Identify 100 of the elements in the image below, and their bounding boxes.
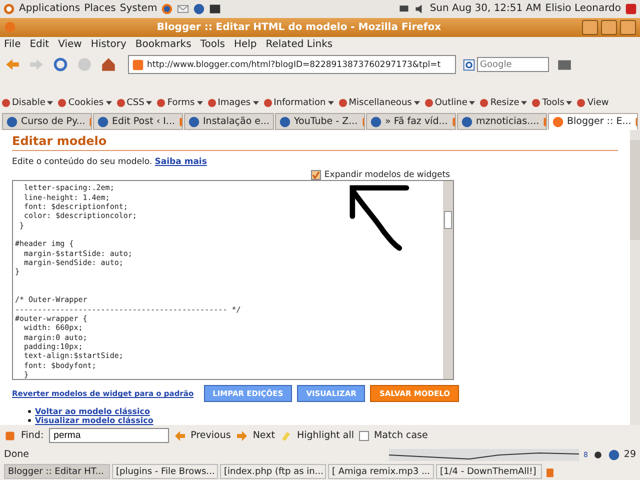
window-title: Blogger :: Editar HTML do modelo - Mozilla Firefox [156,22,442,33]
taskbar-item[interactable]: [plugins - File Brows... [112,464,218,480]
toolbar-menu[interactable]: Cookies [68,98,104,108]
caret-icon[interactable] [414,101,420,106]
menu-item[interactable]: Tools [200,39,225,50]
page-heading: Editar modelo [12,134,618,152]
toolbar-icon [264,99,272,108]
menu-item[interactable]: View [58,39,82,50]
favicon-icon [6,116,18,128]
template-link[interactable]: Visualizar modelo clássico [35,416,154,426]
favicon-icon [370,116,382,128]
caret-icon[interactable] [328,101,334,106]
toolbar-menu[interactable]: Miscellaneous [348,98,412,108]
favicon-icon [461,116,473,128]
taskbar-item[interactable]: Blogger :: Editar HT... [4,464,110,480]
toolbar-menu[interactable]: Tools [542,98,564,108]
browser-tab[interactable]: Curso de Py... [2,113,92,130]
close-icon[interactable] [4,430,16,442]
caret-icon[interactable] [146,101,152,106]
caret-icon[interactable] [47,101,54,106]
taskbar-item[interactable]: [1/4 - DownThemAll!] [436,464,542,480]
menu-item[interactable]: File [4,39,21,50]
toolbar-icon [116,99,125,108]
favicon-icon [279,116,291,128]
template-link[interactable]: Voltar ao modelo clássico [35,407,150,416]
caret-icon[interactable] [521,101,528,106]
left-arrow-icon[interactable] [174,430,186,442]
toolbar-icon [2,99,10,108]
caret-icon[interactable] [252,101,259,106]
maximize-button[interactable] [601,20,617,35]
home-icon[interactable] [100,56,117,74]
toolbar-icon [424,99,433,108]
menu-item[interactable]: Help [234,39,257,50]
bullet-icon [28,419,31,422]
caret-icon[interactable] [196,101,203,106]
menu-item[interactable]: Related Links [266,39,333,50]
panel-menu[interactable]: Applications [19,3,80,14]
toolbar-menu[interactable]: Outline [434,98,468,108]
favicon-icon [188,116,200,128]
menu-item[interactable]: History [90,39,126,50]
caret-icon[interactable] [566,101,572,106]
toolbar-menu[interactable]: Disable [12,98,46,108]
search-engine-icon[interactable] [463,58,475,71]
toolbar-menu[interactable]: CSS [126,98,144,108]
highlight-button[interactable]: Highlight all [296,430,354,442]
envelope-icon[interactable] [177,2,190,15]
checkbox-label: Expandir modelos de widgets [324,170,450,180]
checkbox[interactable] [358,430,369,441]
previous-button[interactable]: Previous [190,430,231,442]
toolbar-icon [577,99,586,108]
panel-menu[interactable]: Places [84,3,116,14]
toolbar-menu[interactable]: Information [274,98,326,108]
browser-tab[interactable]: Blogger :: E... [548,113,638,130]
user-name[interactable]: Elisio Leonardo [545,3,621,14]
browser-tab[interactable]: YouTube - Z... [275,113,365,130]
toolbar-menu[interactable]: Forms [167,98,195,108]
toolbar-icon [157,99,166,108]
taskbar-item[interactable]: [index.php (ftp as in... [220,464,326,480]
site-icon [132,58,144,71]
toolbar-menu[interactable]: Images [218,98,251,108]
checkbox[interactable] [311,170,322,180]
browser-tab[interactable]: » Fã faz víd... [366,113,456,130]
close-button[interactable] [620,20,636,35]
taskbar-item[interactable]: [ Amiga remix.mp3 ... [328,464,434,480]
toolbar-menu[interactable]: View [587,98,609,108]
scrollbar[interactable] [443,181,453,380]
favicon-icon [552,116,564,128]
menu-item[interactable]: Edit [30,39,50,50]
right-arrow-icon[interactable] [236,430,248,442]
bullet-icon [28,410,31,414]
address-field[interactable]: http://www.blogger.com/html?blogID=8228913873760297173&tpl=t [128,55,456,74]
panel-menu[interactable]: System [120,3,158,14]
logo-icon [3,2,15,15]
caret-icon[interactable] [469,101,476,106]
browser-tab[interactable]: Edit Post ‹ I... [93,113,183,130]
learn-more-link[interactable]: Saiba mais [154,157,207,168]
page-scrollbar[interactable] [630,130,640,426]
status-number: 29 [624,449,636,460]
minimize-button[interactable] [582,20,598,35]
toolbar-icon [532,99,540,108]
checkbox-label: Match case [374,430,428,442]
next-button[interactable]: Next [252,430,275,442]
toolbar-icon [480,99,488,108]
toolbar-menu[interactable]: Resize [490,98,520,108]
find-field[interactable]: perma [48,428,169,444]
favicon-icon [97,116,109,128]
toolbar-icon [338,99,347,108]
browser-tab[interactable]: Instalação e... [184,113,274,130]
intro-text: Edite o conteúdo do seu modelo. [12,157,152,168]
search-field[interactable]: Google [477,57,549,72]
caret-icon[interactable] [106,101,112,106]
status-text: Done [4,449,29,460]
toolbar-icon [208,99,216,108]
menu-item[interactable]: Bookmarks [135,39,192,50]
toolbar-icon [58,99,66,108]
browser-tab[interactable]: mznoticias.... [457,113,547,130]
globe-icon[interactable] [161,2,174,15]
find-label: Find: [21,430,44,442]
code-editor[interactable] [12,180,454,380]
clock[interactable]: Sun Aug 30, 12:51 AM [430,3,542,14]
